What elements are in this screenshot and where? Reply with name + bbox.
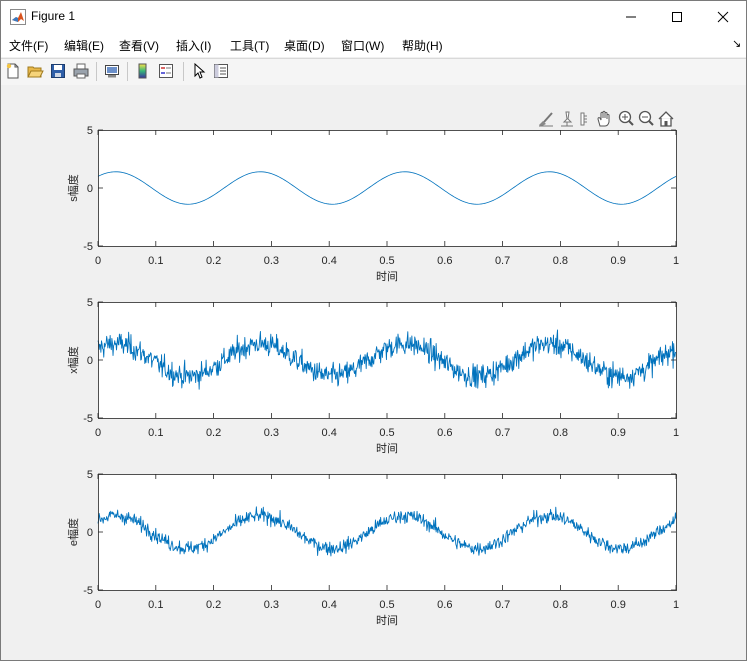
- x-tick-label: 0.5: [379, 427, 394, 439]
- y-tick-label: 0: [87, 355, 93, 367]
- x-tick-label: 0.6: [437, 255, 452, 267]
- x-tick-label: 0.4: [322, 255, 337, 267]
- x-tick-label: 0.9: [611, 599, 626, 611]
- x-tick-label: 1: [673, 427, 679, 439]
- chart-0: 0 0.1 0.2 0.3 0.4 0.5 0.6 0.7 0.8 0.9 150-5时间s幅度: [66, 125, 679, 283]
- x-tick-label: 0.9: [611, 427, 626, 439]
- plot-area[interactable]: [98, 130, 676, 246]
- x-tick-label: 0.3: [264, 427, 279, 439]
- x-tick-label: 0.1: [148, 255, 163, 267]
- y-tick-label: 5: [87, 469, 93, 481]
- x-tick-label: 0.8: [553, 599, 568, 611]
- y-tick-label: -5: [83, 585, 93, 597]
- x-tick-label: 0.8: [553, 255, 568, 267]
- x-tick-label: 0.7: [495, 255, 510, 267]
- x-tick-label: 0.4: [322, 599, 337, 611]
- axes-s: 0 0.1 0.2 0.3 0.4 0.5 0.6 0.7 0.8 0.9 150-5时间s幅度0 0…: [66, 125, 679, 627]
- y-axis-label: e幅度: [66, 518, 80, 546]
- x-tick-label: 0.2: [206, 255, 221, 267]
- x-tick-label: 0.1: [148, 427, 163, 439]
- y-tick-label: -5: [83, 413, 93, 425]
- x-tick-label: 0: [95, 599, 101, 611]
- y-axis-label: x幅度: [66, 346, 80, 374]
- x-tick-label: 0.2: [206, 427, 221, 439]
- x-tick-label: 1: [673, 255, 679, 267]
- figure-window: Figure 1 文件(F) 编辑(E) 查看(V) 插入(I) 工具(T) 桌…: [0, 0, 747, 661]
- chart-1: 0 0.1 0.2 0.3 0.4 0.5 0.6 0.7 0.8 0.9 150-5时间x幅度: [66, 297, 679, 455]
- x-tick-label: 0.7: [495, 427, 510, 439]
- x-tick-label: 0.3: [264, 599, 279, 611]
- y-tick-label: 0: [87, 183, 93, 195]
- x-tick-label: 0.2: [206, 599, 221, 611]
- x-tick-label: 0.7: [495, 599, 510, 611]
- x-tick-label: 0: [95, 255, 101, 267]
- x-tick-label: 0.5: [379, 599, 394, 611]
- y-tick-label: -5: [83, 241, 93, 253]
- y-axis-label: s幅度: [66, 174, 80, 202]
- y-tick-label: 0: [87, 527, 93, 539]
- x-tick-label: 0: [95, 427, 101, 439]
- x-tick-label: 0.4: [322, 427, 337, 439]
- x-tick-label: 1: [673, 599, 679, 611]
- chart-2: 0 0.1 0.2 0.3 0.4 0.5 0.6 0.7 0.8 0.9 150-5时间e幅度: [66, 469, 679, 627]
- x-tick-label: 0.1: [148, 599, 163, 611]
- y-tick-label: 5: [87, 297, 93, 309]
- x-tick-label: 0.5: [379, 255, 394, 267]
- x-tick-label: 0.3: [264, 255, 279, 267]
- x-tick-label: 0.6: [437, 427, 452, 439]
- x-tick-label: 0.8: [553, 427, 568, 439]
- x-tick-label: 0.6: [437, 599, 452, 611]
- x-axis-label: 时间: [376, 614, 398, 627]
- y-tick-label: 5: [87, 125, 93, 137]
- x-tick-label: 0.9: [611, 255, 626, 267]
- x-axis-label: 时间: [376, 270, 398, 283]
- plot-area[interactable]: [98, 474, 676, 590]
- x-axis-label: 时间: [376, 442, 398, 455]
